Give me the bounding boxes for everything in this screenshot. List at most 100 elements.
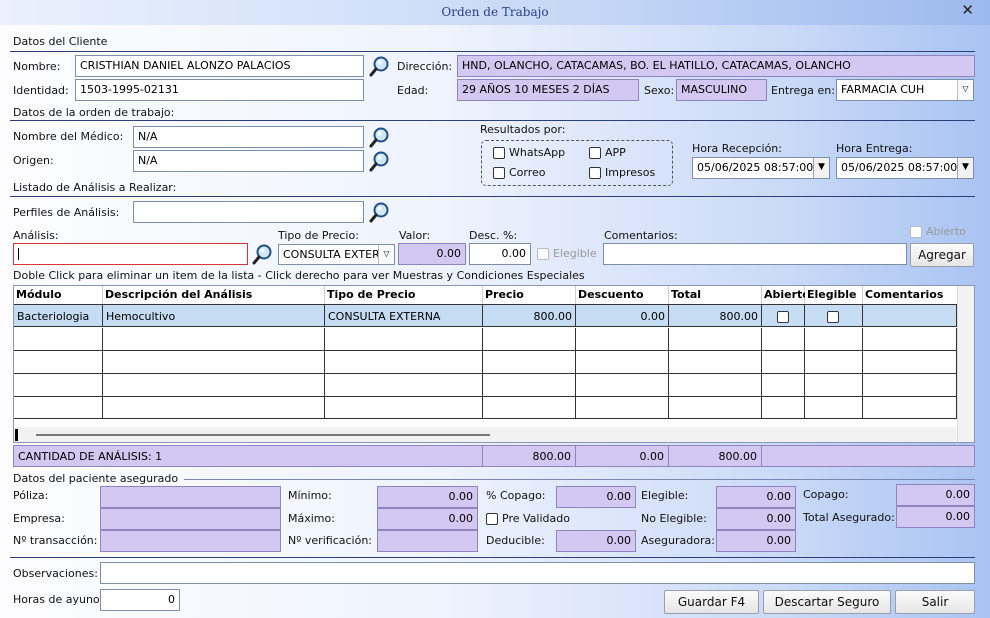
- column-header[interactable]: Descripción del Análisis: [103, 286, 325, 304]
- analysis-table: Módulo Descripción del Análisis Tipo de …: [13, 285, 975, 443]
- add-button[interactable]: Agregar: [910, 243, 974, 267]
- exit-button[interactable]: Salir: [895, 590, 975, 614]
- row-open-checkbox[interactable]: [777, 311, 789, 323]
- deductible-label: Deducible:: [486, 534, 545, 547]
- id-field[interactable]: 1503-1995-02131: [75, 79, 364, 101]
- profiles-label: Perfiles de Análisis:: [13, 206, 120, 219]
- origin-field[interactable]: N/A: [133, 150, 364, 172]
- column-header[interactable]: Elegible: [805, 286, 863, 304]
- search-name-icon[interactable]: [369, 55, 391, 77]
- app-label: APP: [605, 146, 626, 159]
- delivery-select[interactable]: FARMACIA CUH ▽: [836, 79, 974, 101]
- correo-checkbox[interactable]: [493, 167, 505, 179]
- total-insured-field[interactable]: 0.00: [896, 506, 975, 528]
- insurer-label: Aseguradora:: [641, 534, 715, 547]
- address-field[interactable]: HND, OLANCHO, CATACAMAS, BO. EL HATILLO,…: [457, 55, 975, 77]
- analysis-divider: [10, 196, 975, 197]
- search-origin-icon[interactable]: [369, 150, 391, 172]
- id-label: Identidad:: [13, 84, 69, 97]
- order-divider: [10, 120, 975, 121]
- value-field[interactable]: 0.00: [398, 243, 466, 265]
- delivery-label: Entrega en:: [771, 84, 835, 97]
- cell-open: [762, 305, 805, 326]
- scroll-left-arrow[interactable]: [15, 429, 18, 441]
- observations-field[interactable]: [100, 562, 975, 584]
- save-button[interactable]: Guardar F4: [664, 590, 759, 614]
- cell-module: Bacteriologia: [14, 305, 103, 326]
- insured-divider: [184, 479, 975, 480]
- summary-discount: 0.00: [575, 445, 669, 467]
- price-type-label: Tipo de Precio:: [278, 229, 359, 242]
- cell-description: Hemocultivo: [103, 305, 325, 326]
- verification-field[interactable]: [377, 530, 478, 552]
- doctor-field[interactable]: N/A: [133, 126, 364, 148]
- column-header[interactable]: Descuento: [576, 286, 669, 304]
- discard-insurance-button[interactable]: Descartar Seguro: [763, 590, 891, 614]
- dropdown-arrow-icon[interactable]: ▼: [957, 158, 973, 178]
- search-doctor-icon[interactable]: [369, 126, 391, 148]
- policy-label: Póliza:: [13, 489, 49, 502]
- dropdown-arrow-icon[interactable]: ▼: [813, 158, 829, 178]
- reception-label: Hora Recepción:: [692, 142, 782, 155]
- insurer-field[interactable]: 0.00: [716, 530, 796, 552]
- doctor-label: Nombre del Médico:: [13, 130, 124, 143]
- transaction-field[interactable]: [100, 530, 281, 552]
- empty-row: [14, 397, 957, 419]
- fasting-hours-field[interactable]: 0: [100, 589, 180, 611]
- search-profiles-icon[interactable]: [369, 201, 391, 223]
- column-header[interactable]: Total: [669, 286, 762, 304]
- minimum-field[interactable]: 0.00: [377, 486, 478, 508]
- comments-field[interactable]: [603, 243, 907, 265]
- close-icon[interactable]: ✕: [961, 2, 974, 18]
- impresos-checkbox[interactable]: [589, 167, 601, 179]
- copay-pct-field[interactable]: 0.00: [556, 486, 636, 508]
- company-field[interactable]: [100, 508, 281, 530]
- whatsapp-checkbox[interactable]: [493, 147, 505, 159]
- analysis-input[interactable]: [13, 243, 248, 265]
- policy-field[interactable]: [100, 486, 281, 508]
- analysis-section-title: Listado de Análisis a Realizar:: [13, 181, 177, 194]
- maximum-field[interactable]: 0.00: [377, 508, 478, 530]
- column-header[interactable]: Abierto: [762, 286, 810, 304]
- search-analysis-icon[interactable]: [252, 243, 274, 265]
- table-row[interactable]: Bacteriologia Hemocultivo CONSULTA EXTER…: [14, 304, 957, 327]
- copay-field[interactable]: 0.00: [896, 484, 975, 506]
- reception-datetime[interactable]: 05/06/2025 08:57:00 ▼: [692, 157, 830, 179]
- horizontal-scrollbar[interactable]: [14, 427, 957, 442]
- age-label: Edad:: [397, 84, 429, 97]
- empty-row: [14, 328, 957, 351]
- deductible-field[interactable]: 0.00: [556, 530, 636, 552]
- pre-validated-label: Pre Validado: [502, 512, 570, 525]
- discount-field[interactable]: 0.00: [469, 243, 531, 265]
- column-header[interactable]: Comentarios: [863, 286, 957, 304]
- open-checkbox[interactable]: [910, 226, 922, 238]
- price-type-select[interactable]: CONSULTA EXTERNA ▽: [278, 244, 395, 265]
- profiles-field[interactable]: [133, 201, 364, 223]
- cell-total: 800.00: [669, 305, 762, 326]
- pre-validated-checkbox[interactable]: [486, 513, 498, 525]
- sex-field[interactable]: MASCULINO: [676, 79, 767, 101]
- column-header[interactable]: Módulo: [14, 286, 103, 304]
- chevron-down-icon[interactable]: ▽: [378, 245, 394, 264]
- non-eligible-field[interactable]: 0.00: [716, 508, 796, 530]
- name-field[interactable]: CRISTHIAN DANIEL ALONZO PALACIOS: [75, 55, 364, 77]
- eligible-amount-field[interactable]: 0.00: [716, 486, 796, 508]
- vertical-scrollbar[interactable]: [957, 286, 974, 442]
- eligible-checkbox[interactable]: [537, 248, 549, 260]
- scrollbar-thumb[interactable]: [36, 434, 490, 436]
- age-field[interactable]: 29 AÑOS 10 MESES 2 DÍAS: [457, 79, 639, 101]
- open-label: Abierto: [926, 225, 966, 238]
- delivery-datetime[interactable]: 05/06/2025 08:57:00 ▼: [836, 157, 974, 179]
- cell-eligible: [805, 305, 863, 326]
- transaction-label: Nº transacción:: [13, 534, 98, 547]
- row-eligible-checkbox[interactable]: [827, 311, 839, 323]
- app-checkbox[interactable]: [589, 147, 601, 159]
- column-header[interactable]: Precio: [483, 286, 576, 304]
- order-window: Orden de Trabajo ✕ Datos del Cliente Nom…: [0, 0, 990, 618]
- empty-row: [14, 351, 957, 374]
- reception-value: 05/06/2025 08:57:00: [697, 161, 814, 174]
- grid-hint: Doble Click para eliminar un item de la …: [13, 269, 585, 282]
- sex-label: Sexo:: [644, 84, 675, 97]
- chevron-down-icon[interactable]: ▽: [957, 80, 973, 100]
- column-header[interactable]: Tipo de Precio: [325, 286, 483, 304]
